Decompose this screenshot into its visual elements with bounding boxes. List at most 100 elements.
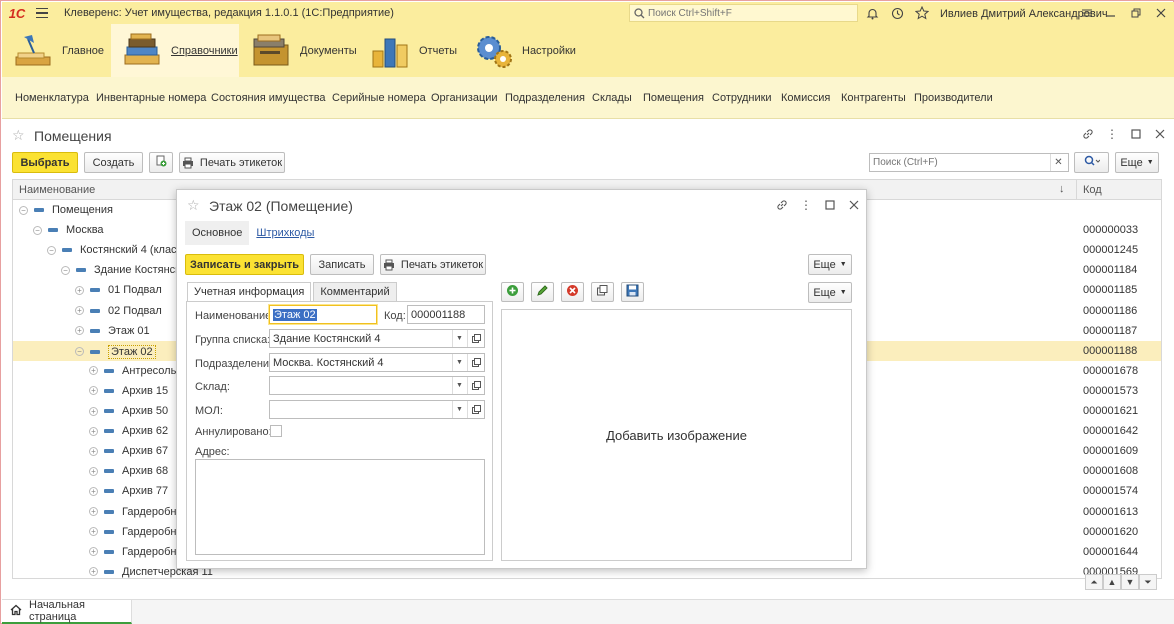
maximize-icon[interactable] (823, 198, 837, 212)
group-field[interactable]: Здание Костянский 4 ▼ (269, 329, 485, 348)
expand-icon[interactable]: + (89, 366, 98, 376)
close-icon[interactable] (1153, 5, 1169, 21)
modal-more-button[interactable]: Еще ▼ (808, 254, 852, 275)
expand-icon[interactable]: + (89, 406, 98, 416)
clear-icon[interactable]: ✕ (1050, 154, 1066, 171)
subnav-employees[interactable]: Сотрудники (712, 92, 772, 104)
open-icon[interactable] (467, 377, 484, 394)
subnav-counterparties[interactable]: Контрагенты (841, 92, 906, 104)
address-textarea[interactable] (195, 459, 485, 555)
open-icon[interactable] (467, 330, 484, 347)
save-and-close-button[interactable]: Записать и закрыть (185, 254, 304, 275)
open-icon[interactable] (467, 401, 484, 418)
search-button[interactable] (1074, 152, 1109, 173)
scroll-bottom-icon[interactable]: ⏷ (1139, 574, 1157, 590)
print-labels-button[interactable]: Печать этикеток (179, 152, 285, 173)
subnav-warehouses[interactable]: Склады (592, 92, 632, 104)
section-documents[interactable]: Документы (250, 24, 360, 77)
favorite-star-icon[interactable]: ☆ (12, 127, 30, 144)
global-search[interactable] (629, 4, 858, 22)
expand-icon[interactable]: + (89, 507, 98, 516)
sort-down-icon[interactable]: ↓ (1059, 183, 1065, 195)
col-header-name[interactable]: Наименование (19, 184, 95, 196)
open-image-button[interactable] (591, 282, 614, 302)
list-search-input[interactable] (870, 157, 1050, 168)
collapse-icon[interactable]: − (33, 225, 42, 235)
code-field[interactable]: 000001188 (407, 305, 485, 324)
section-settings[interactable]: Настройки (472, 24, 582, 77)
select-button[interactable]: Выбрать (12, 152, 78, 173)
image-panel[interactable]: Добавить изображение (501, 309, 852, 561)
subnav-manufacturers[interactable]: Производители (914, 92, 993, 104)
expand-icon[interactable]: + (89, 446, 98, 456)
warehouse-field[interactable]: ▼ (269, 376, 485, 395)
collapse-icon[interactable]: − (47, 245, 56, 255)
tab-account-info[interactable]: Учетная информация (187, 282, 312, 301)
restore-icon[interactable] (1128, 5, 1144, 21)
link-icon[interactable] (775, 198, 789, 212)
expand-icon[interactable]: + (89, 486, 98, 496)
cancelled-checkbox[interactable] (270, 425, 282, 437)
section-catalogs[interactable]: Справочники (111, 24, 239, 77)
list-search[interactable]: ✕ (869, 153, 1069, 172)
create-button[interactable]: Создать (84, 152, 143, 173)
open-icon[interactable] (467, 354, 484, 371)
favorites-star-icon[interactable] (914, 5, 930, 21)
close-icon[interactable] (1153, 127, 1167, 141)
minimize-icon[interactable] (1103, 5, 1119, 21)
global-search-input[interactable] (646, 7, 846, 19)
settings-lines-icon[interactable] (1079, 5, 1095, 21)
subnav-serial-numbers[interactable]: Серийные номера (332, 92, 426, 104)
save-button[interactable]: Записать (310, 254, 374, 275)
main-menu-icon[interactable] (32, 2, 52, 24)
dropdown-arrow-icon[interactable]: ▼ (452, 354, 466, 371)
close-icon[interactable] (847, 198, 861, 212)
tab-main[interactable]: Основное (185, 221, 250, 245)
scroll-up-icon[interactable]: ▲ (1103, 574, 1121, 590)
expand-icon[interactable]: + (89, 547, 98, 557)
subnav-inventory-numbers[interactable]: Инвентарные номера (96, 92, 206, 104)
expand-icon[interactable]: + (89, 466, 98, 476)
mol-field[interactable]: ▼ (269, 400, 485, 419)
create-copy-button[interactable] (149, 152, 173, 173)
col-header-code[interactable]: Код (1083, 184, 1102, 196)
subnav-organizations[interactable]: Организации (431, 92, 498, 104)
link-icon[interactable] (1081, 127, 1095, 141)
more-vertical-icon[interactable]: ⋮ (799, 198, 813, 212)
dropdown-arrow-icon[interactable]: ▼ (452, 330, 466, 347)
maximize-icon[interactable] (1129, 127, 1143, 141)
add-image-text[interactable]: Добавить изображение (606, 428, 747, 443)
delete-image-button[interactable] (561, 282, 584, 302)
expand-icon[interactable]: + (75, 306, 84, 315)
image-more-button[interactable]: Еще ▼ (808, 282, 852, 303)
subnav-departments[interactable]: Подразделения (505, 92, 585, 104)
collapse-icon[interactable]: − (19, 205, 28, 215)
section-reports[interactable]: Отчеты (369, 24, 469, 77)
more-vertical-icon[interactable]: ⋮ (1105, 127, 1119, 141)
name-field[interactable]: Этаж 02 (269, 305, 377, 324)
expand-icon[interactable]: + (89, 426, 98, 436)
history-icon[interactable] (889, 5, 905, 21)
scroll-down-icon[interactable]: ▼ (1121, 574, 1139, 590)
expand-icon[interactable]: + (89, 386, 98, 396)
modal-print-labels-button[interactable]: Печать этикеток (380, 254, 486, 275)
subnav-nomenclature[interactable]: Номенклатура (15, 92, 89, 104)
dropdown-arrow-icon[interactable]: ▼ (452, 401, 466, 418)
favorite-star-icon[interactable]: ☆ (187, 197, 205, 214)
expand-icon[interactable]: + (89, 527, 98, 537)
subnav-property-states[interactable]: Состояния имущества (211, 92, 326, 104)
subnav-premises[interactable]: Помещения (643, 92, 704, 104)
collapse-icon[interactable]: − (75, 347, 84, 357)
edit-image-button[interactable] (531, 282, 554, 302)
bell-icon[interactable] (864, 5, 880, 21)
subnav-commission[interactable]: Комиссия (781, 92, 830, 104)
expand-icon[interactable]: + (75, 326, 84, 336)
more-button[interactable]: Еще ▼ (1115, 152, 1159, 173)
save-image-button[interactable] (621, 282, 644, 302)
collapse-icon[interactable]: − (61, 265, 70, 275)
dropdown-arrow-icon[interactable]: ▼ (452, 377, 466, 394)
expand-icon[interactable]: + (89, 567, 98, 577)
tab-barcodes[interactable]: Штрихкоды (249, 221, 321, 245)
home-page-tab[interactable]: Начальная страница (2, 599, 132, 624)
section-main[interactable]: Главное (12, 24, 110, 77)
